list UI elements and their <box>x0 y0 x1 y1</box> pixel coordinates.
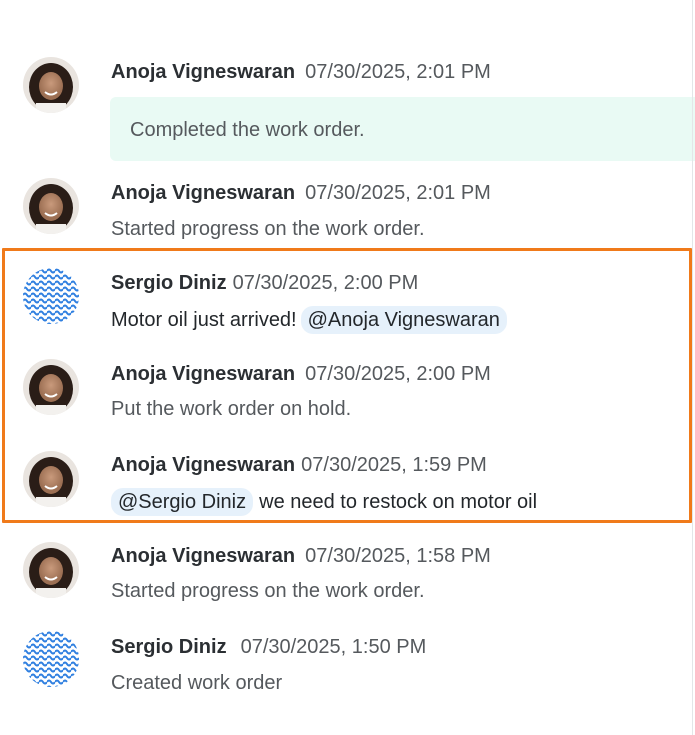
anoja-avatar[interactable] <box>23 57 79 113</box>
author-name[interactable]: Anoja Vigneswaran <box>111 545 295 567</box>
timestamp: 07/30/2025, 2:00 PM <box>305 363 491 385</box>
anoja-avatar[interactable] <box>23 178 79 234</box>
entry-header: Anoja Vigneswaran 07/30/2025, 1:58 PM <box>111 544 491 568</box>
panel-divider <box>692 0 693 735</box>
author-name[interactable]: Sergio Diniz <box>111 636 227 658</box>
entry-message: @Sergio Diniz we need to restock on motor… <box>107 488 537 516</box>
entry-message: Motor oil just arrived! @Anoja Vigneswara… <box>111 306 511 334</box>
entry-header: Anoja Vigneswaran 07/30/2025, 1:59 PM <box>111 453 487 477</box>
entry-header: Anoja Vigneswaran 07/30/2025, 2:01 PM <box>111 181 491 205</box>
author-name[interactable]: Anoja Vigneswaran <box>111 363 295 385</box>
timestamp: 07/30/2025, 1:59 PM <box>301 454 487 476</box>
timestamp: 07/30/2025, 1:58 PM <box>305 545 491 567</box>
entry-text: Put the work order on hold. <box>111 398 352 420</box>
sergio-avatar[interactable] <box>23 268 79 324</box>
mention-chip[interactable]: @Sergio Diniz <box>111 488 254 516</box>
anoja-avatar[interactable] <box>23 359 79 415</box>
author-name[interactable]: Anoja Vigneswaran <box>111 61 295 83</box>
entry-text: Created work order <box>111 672 283 694</box>
entry-text: Started progress on the work order. <box>111 218 425 240</box>
entry-header: Anoja Vigneswaran 07/30/2025, 2:01 PM <box>111 60 491 84</box>
anoja-avatar[interactable] <box>23 542 79 598</box>
message-text: we need to restock on motor oil <box>259 491 538 513</box>
mention-chip[interactable]: @Anoja Vigneswaran <box>300 306 507 334</box>
timestamp: 07/30/2025, 2:01 PM <box>305 182 491 204</box>
message-text: Motor oil just arrived! <box>111 309 297 331</box>
entry-header: Sergio Diniz 07/30/2025, 1:50 PM <box>111 635 426 659</box>
timestamp: 07/30/2025, 2:00 PM <box>232 272 419 294</box>
sergio-avatar[interactable] <box>23 631 79 687</box>
timestamp: 07/30/2025, 2:01 PM <box>305 61 491 83</box>
author-name[interactable]: Anoja Vigneswaran <box>111 454 295 476</box>
timestamp: 07/30/2025, 1:50 PM <box>240 636 427 658</box>
author-name[interactable]: Anoja Vigneswaran <box>111 182 295 204</box>
anoja-avatar[interactable] <box>23 451 79 507</box>
entry-header: Sergio Diniz 07/30/2025, 2:00 PM <box>111 271 418 295</box>
entry-text: Started progress on the work order. <box>111 580 425 602</box>
activity-feed: Anoja Vigneswaran 07/30/2025, 2:01 PM Com… <box>0 0 695 735</box>
author-name[interactable]: Sergio Diniz <box>111 272 227 294</box>
entry-text: Completed the work order. <box>130 119 365 141</box>
entry-header: Anoja Vigneswaran 07/30/2025, 2:00 PM <box>111 362 491 386</box>
